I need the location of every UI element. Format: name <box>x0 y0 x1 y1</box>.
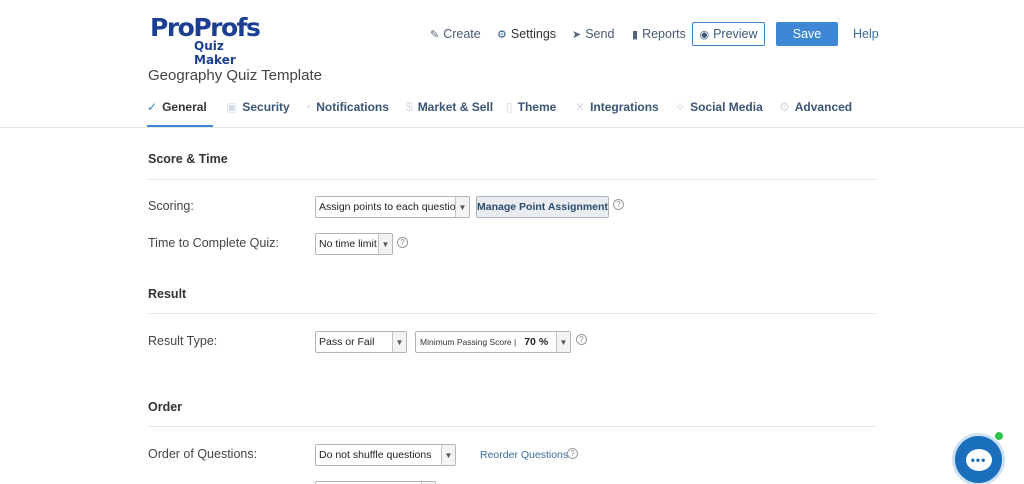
result-type-select[interactable]: Pass or Fail ▼ <box>315 331 407 353</box>
tab-label: Advanced <box>794 100 853 114</box>
nav-reports-label: Reports <box>642 27 686 41</box>
lock-icon: ▣ <box>226 100 238 114</box>
logo-wordmark: ProProfs <box>150 13 261 42</box>
gears-icon: ⚙ <box>779 100 790 114</box>
tab-label: Security <box>242 100 290 114</box>
proprofs-logo[interactable]: ProProfs Quiz Maker <box>150 13 262 68</box>
order-of-questions-label: Order of Questions: <box>148 447 258 461</box>
gear-icon: ⚙ <box>497 28 507 41</box>
help-icon[interactable]: ? <box>613 199 624 210</box>
scoring-value: Assign points to each question <box>319 201 462 213</box>
check-circle-icon: ✓ <box>147 100 158 114</box>
chat-icon: ••• <box>965 448 992 471</box>
nav-settings-label: Settings <box>510 27 557 41</box>
nav-reports[interactable]: ▮ Reports <box>632 23 686 45</box>
minimum-passing-label: Minimum Passing Score | <box>420 337 517 347</box>
preview-label: Preview <box>713 27 758 41</box>
divider <box>148 313 876 314</box>
chevron-down-icon: ▼ <box>392 332 406 352</box>
chevron-down-icon: ▼ <box>455 197 469 217</box>
tab-theme[interactable]: ▯ Theme <box>506 96 556 127</box>
time-limit-value: No time limit <box>319 238 377 250</box>
tab-label: Market & Sell <box>417 100 494 114</box>
chevron-down-icon: ▼ <box>441 445 455 465</box>
scoring-label: Scoring: <box>148 199 194 213</box>
pencil-icon: ✎ <box>430 28 440 41</box>
divider <box>148 179 876 180</box>
time-limit-select[interactable]: No time limit ▼ <box>315 233 393 255</box>
dollar-icon: $ <box>406 100 413 114</box>
nav-send-label: Send <box>585 27 615 41</box>
tab-label: Social Media <box>690 100 763 114</box>
logo-subtitle: Quiz Maker <box>194 39 236 67</box>
eye-icon: ◉ <box>699 28 710 41</box>
nav-send[interactable]: ➤ Send <box>572 23 614 45</box>
help-link[interactable]: Help <box>853 27 879 41</box>
manage-point-assignment-button[interactable]: Manage Point Assignment <box>476 196 609 218</box>
tab-advanced[interactable]: ⚙ Advanced <box>779 96 852 127</box>
app-header: ProProfs Quiz Maker ✎ Create ⚙ Settings … <box>0 0 1024 128</box>
minimum-passing-score-select[interactable]: Minimum Passing Score | 70 % ▼ <box>415 331 571 353</box>
help-icon[interactable]: ? <box>397 237 408 248</box>
online-status-indicator <box>994 431 1004 441</box>
share-icon: ✧ <box>675 100 686 114</box>
tab-label: Theme <box>517 100 557 114</box>
help-icon[interactable]: ? <box>567 448 578 459</box>
send-icon: ➤ <box>572 28 582 41</box>
section-title-result: Result <box>148 287 187 301</box>
minimum-passing-value: 70 % <box>524 336 549 348</box>
tab-market-sell[interactable]: $ Market & Sell <box>406 96 493 127</box>
preview-button[interactable]: ◉ Preview <box>692 22 765 46</box>
tab-security[interactable]: ▣ Security <box>226 96 290 127</box>
tab-notifications[interactable]: ◔ Notifications <box>304 96 389 127</box>
tab-label: Notifications <box>316 100 389 114</box>
order-of-questions-select[interactable]: Do not shuffle questions ▼ <box>315 444 456 466</box>
bell-icon: ◔ <box>304 100 312 114</box>
tab-social-media[interactable]: ✧ Social Media <box>675 96 763 127</box>
nav-settings[interactable]: ⚙ Settings <box>497 23 556 45</box>
nav-create[interactable]: ✎ Create <box>430 23 481 45</box>
tab-label: General <box>162 100 207 114</box>
bar-chart-icon: ▮ <box>632 28 639 41</box>
reorder-questions-link[interactable]: Reorder Questions <box>480 449 568 461</box>
tab-general[interactable]: ✓ General <box>147 96 213 127</box>
divider <box>148 426 876 427</box>
result-type-label: Result Type: <box>148 334 218 348</box>
paint-bucket-icon: ▯ <box>506 100 513 114</box>
section-title-score-time: Score & Time <box>148 152 228 166</box>
help-icon[interactable]: ? <box>576 334 587 345</box>
chevron-down-icon: ▼ <box>378 234 392 254</box>
save-button[interactable]: Save <box>776 22 838 46</box>
time-label: Time to Complete Quiz: <box>148 236 279 250</box>
nav-create-label: Create <box>443 27 481 41</box>
tab-integrations[interactable]: ✕ Integrations <box>575 96 659 127</box>
page-title: Geography Quiz Template <box>148 67 322 84</box>
result-type-value: Pass or Fail <box>319 336 375 348</box>
scoring-select[interactable]: Assign points to each question ▼ <box>315 196 470 218</box>
section-title-order: Order <box>148 400 183 414</box>
tools-icon: ✕ <box>575 100 586 114</box>
chevron-down-icon: ▼ <box>556 332 570 352</box>
order-of-questions-value: Do not shuffle questions <box>319 449 432 461</box>
tab-label: Integrations <box>590 100 659 114</box>
